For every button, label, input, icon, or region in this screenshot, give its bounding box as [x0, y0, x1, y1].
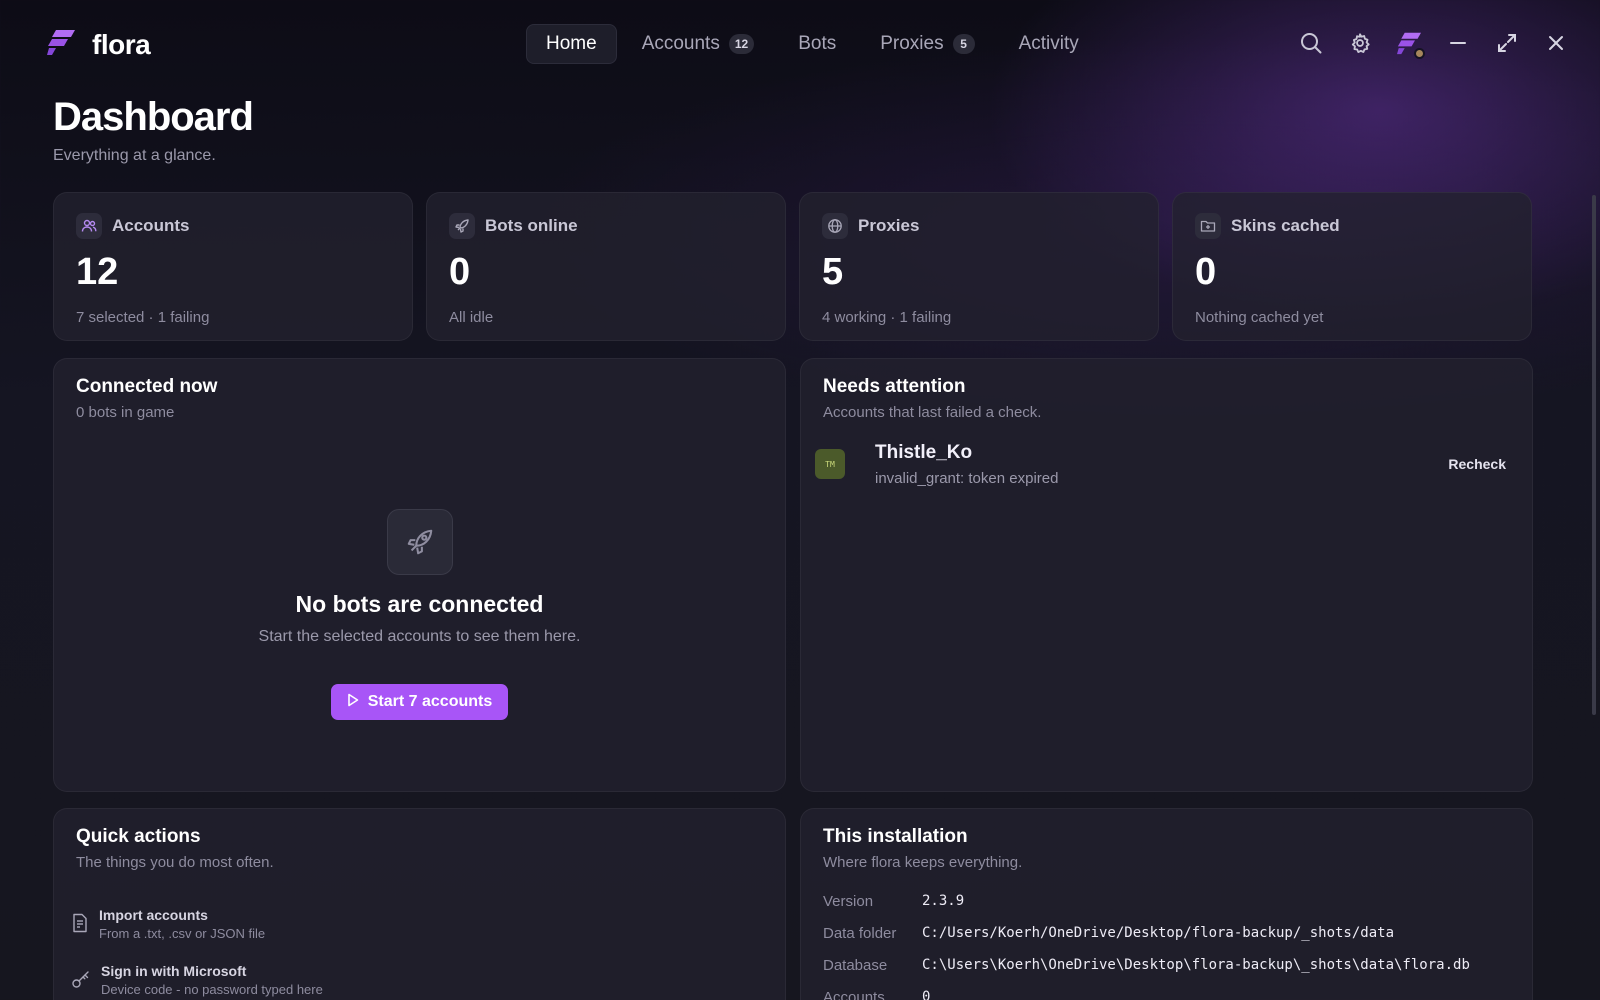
installation-panel: This installation Where flora keeps ever…	[800, 808, 1533, 1000]
minimize-icon	[1449, 34, 1467, 57]
tab-label: Bots	[798, 33, 837, 54]
info-row-accounts: Accounts 0	[823, 981, 1470, 1000]
tab-label: Home	[546, 33, 597, 54]
rocket-icon	[449, 213, 475, 239]
panel-title: Connected now	[76, 376, 218, 397]
page-title: Dashboard	[53, 95, 254, 139]
button-label: Start 7 accounts	[367, 693, 493, 710]
tab-label: Accounts	[641, 33, 720, 54]
info-row-version: Version 2.3.9	[823, 885, 1470, 917]
info-key: Database	[823, 956, 888, 974]
panel-title: This installation	[823, 826, 968, 847]
installation-details: Version 2.3.9 Data folder C:/Users/Koerh…	[823, 885, 1470, 1000]
stat-value: 0	[449, 251, 471, 293]
tab-proxies[interactable]: Proxies 5	[861, 24, 993, 64]
maximize-icon	[1497, 33, 1517, 58]
info-value[interactable]: C:/Users/Koerh/OneDrive/Desktop/flora-ba…	[922, 925, 1394, 941]
search-button[interactable]	[1286, 26, 1335, 64]
stat-card-skins-cached[interactable]: Skins cached 0 Nothing cached yet	[1172, 192, 1532, 341]
count-badge: 12	[728, 34, 755, 54]
status-dot	[1414, 48, 1425, 59]
tab-label: Activity	[1018, 33, 1079, 54]
stat-value: 5	[822, 251, 844, 293]
brand: flora	[46, 28, 151, 61]
stat-label: Bots online	[485, 216, 578, 235]
globe-icon	[822, 213, 848, 239]
stat-card-bots-online[interactable]: Bots online 0 All idle	[426, 192, 786, 341]
sign-in-microsoft-action[interactable]: Sign in with Microsoft Device code - no …	[71, 963, 323, 997]
info-key: Accounts	[823, 988, 885, 1000]
stat-label: Proxies	[858, 216, 920, 235]
main-nav: Home Accounts 12 Bots Proxies 5 Activity	[526, 24, 1104, 64]
flora-logo-icon	[46, 28, 76, 61]
info-key: Data folder	[823, 924, 897, 942]
panel-subtitle: Where flora keeps everything.	[823, 854, 1023, 871]
stat-label: Accounts	[112, 216, 190, 235]
app-name: flora	[92, 28, 151, 60]
close-button[interactable]	[1531, 26, 1580, 64]
stat-subtext: Nothing cached yet	[1195, 309, 1324, 326]
info-key: Version	[823, 892, 874, 910]
folder-icon	[1195, 213, 1221, 239]
close-icon	[1547, 34, 1565, 57]
quick-actions-panel: Quick actions The things you do most oft…	[53, 808, 786, 1000]
stat-value: 12	[76, 251, 119, 293]
info-row-database: Database C:\Users\Koerh\OneDrive\Desktop…	[823, 949, 1470, 981]
empty-state-title: No bots are connected	[295, 591, 544, 617]
empty-state-subtitle: Start the selected accounts to see them …	[258, 628, 581, 645]
info-value: 0	[922, 989, 931, 1000]
stat-card-accounts[interactable]: Accounts 12 7 selected · 1 failing	[53, 192, 413, 341]
maximize-button[interactable]	[1482, 26, 1531, 64]
info-value: 2.3.9	[922, 893, 965, 909]
minimize-button[interactable]	[1433, 26, 1482, 64]
file-import-icon	[71, 913, 89, 938]
panel-title: Needs attention	[823, 376, 966, 397]
account-name: Thistle_Ko	[875, 441, 973, 463]
search-icon	[1300, 32, 1322, 59]
list-item[interactable]: TM Thistle_Ko invalid_grant: token expir…	[815, 439, 1510, 489]
panel-subtitle: 0 bots in game	[76, 404, 175, 421]
action-description: Device code - no password typed here	[101, 982, 323, 997]
play-icon	[347, 693, 359, 712]
panel-subtitle: Accounts that last failed a check.	[823, 404, 1042, 421]
action-label: Import accounts	[99, 907, 208, 923]
start-accounts-button[interactable]: Start 7 accounts	[330, 684, 509, 720]
gear-icon	[1349, 32, 1371, 59]
tab-home[interactable]: Home	[526, 24, 617, 64]
connected-now-panel: Connected now 0 bots in game No bots are…	[53, 358, 786, 792]
avatar[interactable]	[1384, 26, 1433, 64]
count-badge: 5	[952, 34, 975, 54]
tab-accounts[interactable]: Accounts 12	[623, 24, 774, 64]
page-subtitle: Everything at a glance.	[53, 147, 216, 164]
rocket-icon	[386, 509, 453, 575]
needs-attention-panel: Needs attention Accounts that last faile…	[800, 358, 1533, 792]
stat-card-proxies[interactable]: Proxies 5 4 working · 1 failing	[799, 192, 1159, 341]
tab-label: Proxies	[880, 33, 944, 54]
stat-subtext: 7 selected · 1 failing	[76, 309, 210, 326]
action-label: Sign in with Microsoft	[101, 963, 247, 979]
stat-subtext: 4 working · 1 failing	[822, 309, 952, 326]
tab-bots[interactable]: Bots	[779, 24, 855, 64]
panel-subtitle: The things you do most often.	[76, 854, 274, 871]
info-value[interactable]: C:\Users\Koerh\OneDrive\Desktop\flora-ba…	[922, 957, 1470, 973]
title-bar: flora Home Accounts 12 Bots Proxies 5 Ac…	[0, 0, 1600, 90]
import-accounts-action[interactable]: Import accounts From a .txt, .csv or JSO…	[71, 907, 323, 941]
error-message: invalid_grant: token expired	[875, 469, 1059, 487]
settings-button[interactable]	[1335, 26, 1384, 64]
stat-subtext: All idle	[449, 309, 494, 326]
recheck-button[interactable]: Recheck	[1444, 450, 1510, 478]
empty-state: No bots are connected Start the selected…	[54, 509, 785, 720]
account-avatar: TM	[815, 449, 845, 479]
action-description: From a .txt, .csv or JSON file	[99, 926, 266, 941]
stat-value: 0	[1195, 251, 1217, 293]
panel-title: Quick actions	[76, 826, 201, 847]
scrollbar[interactable]	[1592, 195, 1596, 715]
users-icon	[76, 213, 102, 239]
stat-label: Skins cached	[1231, 216, 1340, 235]
window-controls	[1286, 26, 1580, 64]
info-row-data-folder: Data folder C:/Users/Koerh/OneDrive/Desk…	[823, 917, 1470, 949]
tab-activity[interactable]: Activity	[1000, 24, 1098, 64]
key-icon	[71, 969, 91, 994]
